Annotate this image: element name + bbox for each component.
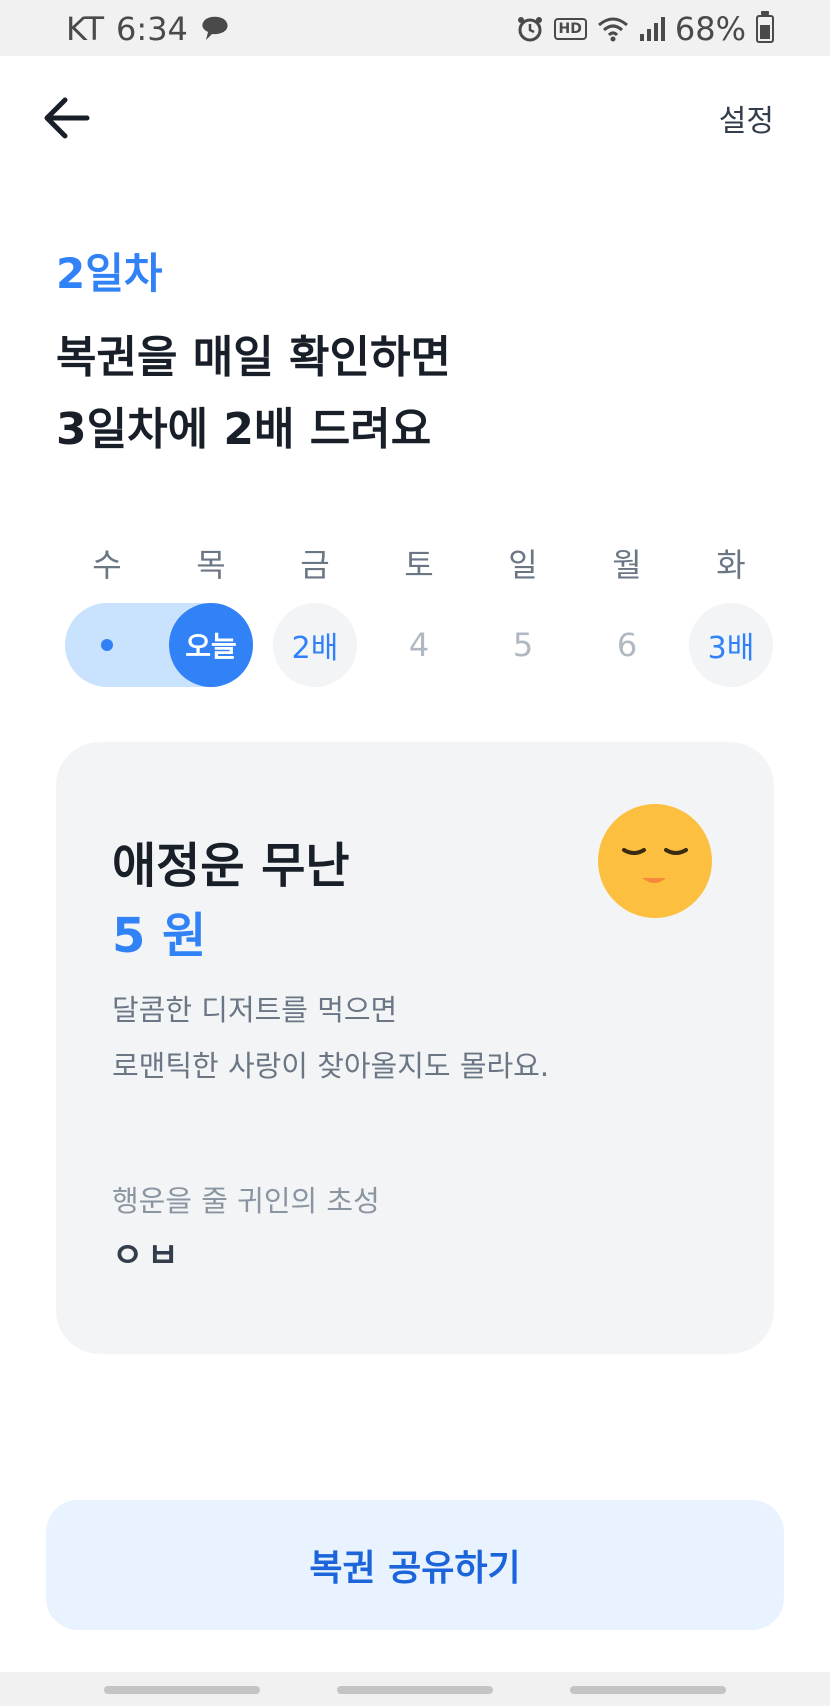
content-face-icon	[598, 804, 712, 918]
alarm-icon	[517, 17, 542, 42]
status-right: HD 68%	[516, 10, 774, 48]
clock-label: 6:34	[116, 10, 188, 48]
page-headline: 복권을 매일 확인하면 3일차에 2배 드려요	[56, 322, 451, 466]
headline-line-1: 복권을 매일 확인하면	[56, 332, 451, 383]
fortune-description-line-1: 달콤한 디저트를 먹으면	[112, 993, 398, 1027]
prize-amount: 5 원	[112, 908, 207, 964]
lucky-person-initials: ㅇㅂ	[112, 1236, 183, 1276]
day-mon: 6	[616, 626, 638, 664]
completed-dot-icon	[101, 639, 113, 651]
nav-back-handle[interactable]	[570, 1686, 726, 1694]
status-left: KT 6:34	[66, 10, 230, 48]
arrow-left-icon	[44, 97, 90, 139]
back-button[interactable]	[36, 88, 96, 148]
lottery-streak-screen: KT 6:34 HD 68% 설정 2일차 복권을 매일 확인하면 3일차에 2…	[0, 0, 830, 1706]
day-sun: 5	[512, 626, 534, 664]
day-thu-today: 오늘	[169, 603, 253, 687]
fortune-card: 애정운 무난 5 원 달콤한 디저트를 먹으면 로맨틱한 사랑이 찾아올지도 몰…	[56, 742, 774, 1354]
weekday-sat: 토	[404, 546, 434, 584]
headline-line-2: 3일차에 2배 드려요	[56, 404, 432, 455]
wifi-icon	[597, 17, 628, 42]
day-count-label: 2일차	[56, 249, 163, 298]
hd-badge: HD	[553, 18, 587, 40]
lucky-person-hint-label: 행운을 줄 귀인의 초성	[112, 1184, 380, 1218]
fortune-title: 애정운 무난	[112, 838, 350, 894]
weekday-sun: 일	[508, 546, 538, 584]
weekday-fri: 금	[300, 546, 330, 584]
weekday-mon: 월	[612, 546, 642, 584]
streak-days-row: 오늘 2배 4 5 6 3배	[55, 600, 783, 688]
day-tue-bonus: 3배	[689, 603, 773, 687]
chat-bubble-icon	[202, 16, 228, 40]
system-nav-bar	[0, 1672, 830, 1706]
weekday-thu: 목	[196, 546, 226, 584]
battery-percent: 68%	[674, 10, 746, 48]
nav-home-handle[interactable]	[337, 1686, 493, 1694]
nav-recent-handle[interactable]	[104, 1686, 260, 1694]
signal-icon	[639, 17, 665, 41]
fortune-description-line-2: 로맨틱한 사랑이 찾아올지도 몰라요.	[112, 1049, 550, 1083]
weekday-tue: 화	[716, 546, 746, 584]
day-sat: 4	[408, 626, 430, 664]
carrier-label: KT	[66, 10, 105, 48]
status-bar: KT 6:34 HD 68%	[0, 0, 830, 56]
weekday-wed: 수	[92, 546, 122, 584]
day-fri-bonus: 2배	[273, 603, 357, 687]
settings-button[interactable]: 설정	[719, 96, 774, 140]
share-lottery-button[interactable]: 복권 공유하기	[46, 1500, 784, 1630]
battery-icon	[756, 11, 774, 43]
day-wed-completed	[65, 603, 149, 687]
weekday-labels: 수 목 금 토 일 월 화	[55, 540, 783, 586]
fortune-description: 달콤한 디저트를 먹으면 로맨틱한 사랑이 찾아올지도 몰라요.	[112, 982, 549, 1094]
